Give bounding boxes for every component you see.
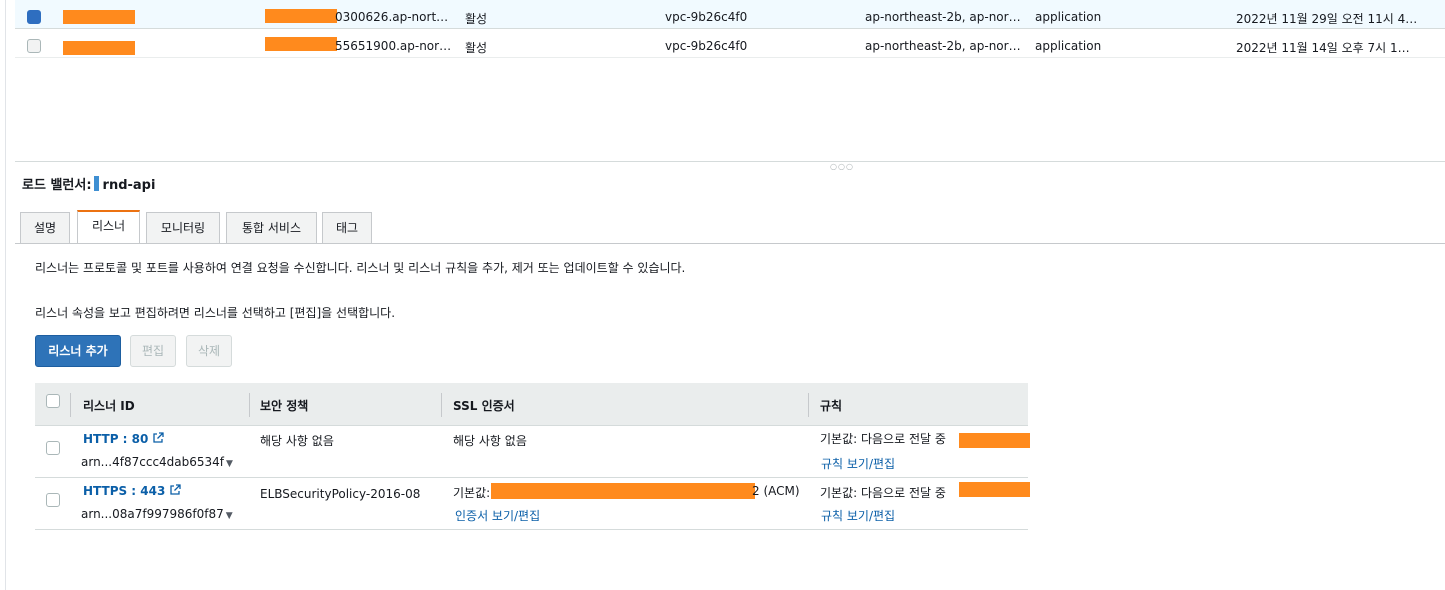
created-at: 2022년 11월 29일 오전 11시 4… [1236, 12, 1418, 26]
selected-lb-name: rnd-api [102, 178, 156, 193]
load-balancer-list: 0300626.ap-nort… 활성 vpc-9b26c4f0 ap-nort… [15, 0, 1445, 58]
security-policy: ELBSecurityPolicy-2016-08 [260, 487, 421, 501]
listener-protocol-link[interactable]: HTTP : 80 [83, 432, 164, 446]
availability-zones: ap-northeast-2b, ap-nor… [865, 10, 1021, 24]
tab-monitoring[interactable]: 모니터링 [146, 212, 220, 243]
vpc-id: vpc-9b26c4f0 [665, 10, 748, 24]
tab-tags[interactable]: 태그 [322, 212, 372, 243]
selected-lb-label: 로드 밸런서: [22, 178, 92, 193]
load-balancer-row[interactable]: 55651900.ap-nor… 활성 vpc-9b26c4f0 ap-nort… [15, 29, 1445, 58]
tab-listeners[interactable]: 리스너 [77, 210, 140, 243]
created-at: 2022년 11월 14일 오후 7시 1… [1236, 41, 1410, 55]
ssl-certificate: 기본값: [453, 486, 491, 500]
left-border [5, 0, 6, 590]
tab-description[interactable]: 설명 [20, 212, 70, 243]
col-ssl-certificate[interactable]: SSL 인증서 [453, 397, 515, 414]
row-checkbox[interactable] [27, 39, 41, 53]
redacted-name [63, 41, 135, 55]
listener-protocol-link[interactable]: HTTPS : 443 [83, 484, 181, 498]
col-security-policy[interactable]: 보안 정책 [260, 397, 308, 414]
ssl-certificate-source: 2 (ACM) [752, 484, 800, 498]
column-separator [441, 393, 442, 417]
caret-down-icon: ▼ [226, 459, 233, 469]
dns-name: 0300626.ap-nort… [335, 10, 449, 24]
listener-description: 리스너는 프로토콜 및 포트를 사용하여 연결 요청을 수신합니다. 리스너 및… [35, 261, 686, 275]
selected-lb-title: 로드 밸런서: rnd-api [22, 174, 155, 193]
listener-arn[interactable]: arn...08a7f997986f0f87 ▼ [81, 507, 233, 521]
state: 활성 [465, 41, 488, 55]
table-row[interactable]: HTTPS : 443 arn...08a7f997986f0f87 ▼ ELBS… [35, 478, 1030, 530]
row-checkbox[interactable] [46, 441, 60, 455]
redacted-dns-prefix [265, 9, 337, 23]
rule-default: 기본값: 다음으로 전달 중 [820, 432, 946, 446]
column-separator [249, 393, 250, 417]
rule-default: 기본값: 다음으로 전달 중 [820, 486, 946, 500]
state: 활성 [465, 12, 488, 26]
col-listener-id[interactable]: 리스너 ID [83, 397, 135, 414]
row-checkbox[interactable] [46, 493, 60, 507]
external-link-icon [153, 432, 164, 443]
col-rules[interactable]: 규칙 [820, 397, 842, 414]
redacted-name [63, 10, 135, 24]
tab-integrated-services[interactable]: 통합 서비스 [226, 212, 317, 243]
vpc-id: vpc-9b26c4f0 [665, 39, 748, 53]
row-checkbox[interactable] [27, 10, 41, 24]
redacted-certificate [491, 483, 755, 499]
listener-arn[interactable]: arn...4f87ccc4dab6534f ▼ [81, 455, 233, 469]
availability-zones: ap-northeast-2b, ap-nor… [865, 39, 1021, 53]
load-balancer-row[interactable]: 0300626.ap-nort… 활성 vpc-9b26c4f0 ap-nort… [15, 0, 1445, 29]
security-policy: 해당 사항 없음 [260, 434, 334, 448]
redacted-target-group [959, 433, 1030, 448]
add-listener-button[interactable]: 리스너 추가 [35, 335, 121, 367]
lb-type: application [1035, 10, 1102, 24]
dns-name: 55651900.ap-nor… [335, 39, 452, 53]
listener-edit-hint: 리스너 속성을 보고 편집하려면 리스너를 선택하고 [편집]을 선택합니다. [35, 306, 396, 320]
redacted-dns-prefix [265, 37, 337, 51]
column-separator [70, 393, 71, 417]
caret-down-icon: ▼ [225, 511, 233, 521]
resize-handle-icon[interactable]: ○○○ [830, 163, 854, 171]
redacted-target-group [959, 482, 1030, 497]
table-row[interactable]: HTTP : 80 arn...4f87ccc4dab6534f ▼ 해당 사항 … [35, 426, 1030, 478]
select-all-checkbox[interactable] [46, 394, 60, 408]
tab-underline [15, 243, 1445, 244]
table-header: 리스너 ID 보안 정책 SSL 인증서 규칙 [35, 383, 1028, 426]
delete-button[interactable]: 삭제 [186, 335, 232, 367]
ssl-certificate: 해당 사항 없음 [453, 434, 527, 448]
view-edit-rules-link[interactable]: 규칙 보기/편집 [821, 507, 895, 524]
pane-divider [15, 161, 1445, 162]
view-edit-rules-link[interactable]: 규칙 보기/편집 [821, 455, 895, 472]
lb-type: application [1035, 39, 1102, 53]
column-separator [808, 393, 809, 417]
view-edit-certificate-link[interactable]: 인증서 보기/편집 [455, 507, 540, 524]
edit-button[interactable]: 편집 [130, 335, 176, 367]
external-link-icon [170, 484, 181, 495]
lb-color-marker [93, 176, 99, 191]
